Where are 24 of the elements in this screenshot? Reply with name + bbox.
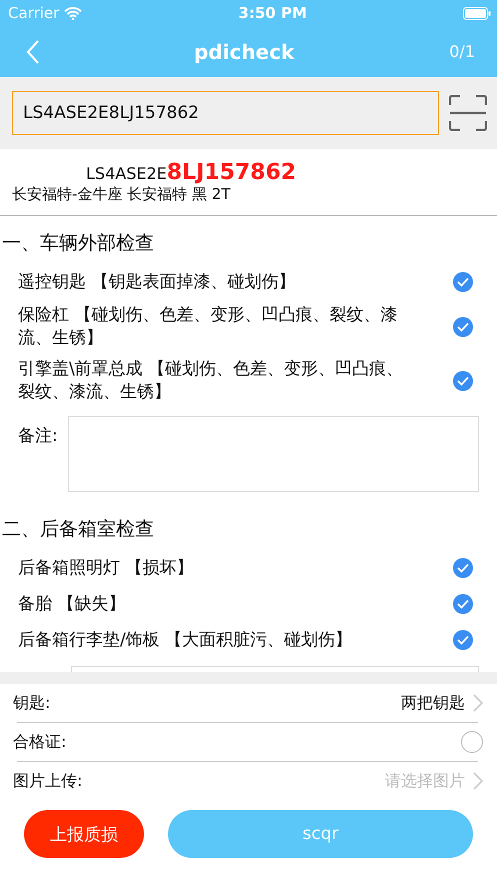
nav-title: pdicheck (194, 40, 294, 64)
section-title: 二、后备箱室检查 (1, 517, 155, 542)
check-item-label: 遥控钥匙 【钥匙表面掉漆、碰划伤】 (18, 270, 296, 294)
vehicle-description: 长安福特-金牛座 长安福特 黑 2T (12, 185, 232, 204)
page-counter: 0/1 (449, 42, 475, 61)
vin-input-field[interactable]: LS4ASE2E8LJ157862 (12, 91, 439, 135)
vin-prefix: LS4ASE2E (86, 164, 167, 183)
check-item-label: 保险杠 【碰划伤、色差、变形、凹凸痕、裂纹、漆流、生锈】 (18, 304, 398, 350)
remark-label: 备注: (18, 425, 58, 448)
select-value[interactable]: 两把钥匙 (401, 692, 465, 714)
carrier-label: Carrier (8, 4, 60, 22)
check-item-label: 备胎 【缺失】 (18, 592, 126, 616)
status-time: 3:50 PM (238, 4, 307, 22)
form-label: 图片上传: (13, 770, 82, 792)
form-label: 钥匙: (13, 692, 50, 714)
check-item-label: 引擎盖\前罩总成 【碰划伤、色差、变形、凹凸痕、裂纹、漆流、生锈】 (18, 358, 404, 404)
check-item-label: 后备箱照明灯 【损坏】 (18, 556, 194, 580)
picker-placeholder[interactable]: 请选择图片 (385, 770, 465, 792)
check-item-label: 后备箱行李垫/饰板 【大面积脏污、碰划伤】 (18, 628, 352, 652)
report-damage-button[interactable]: 上报质损 (24, 810, 144, 858)
section-title: 一、车辆外部检查 (1, 231, 155, 256)
vin-suffix: 8LJ157862 (166, 160, 296, 185)
form-label: 合格证: (13, 732, 66, 752)
submit-button[interactable]: scqr (168, 810, 473, 858)
